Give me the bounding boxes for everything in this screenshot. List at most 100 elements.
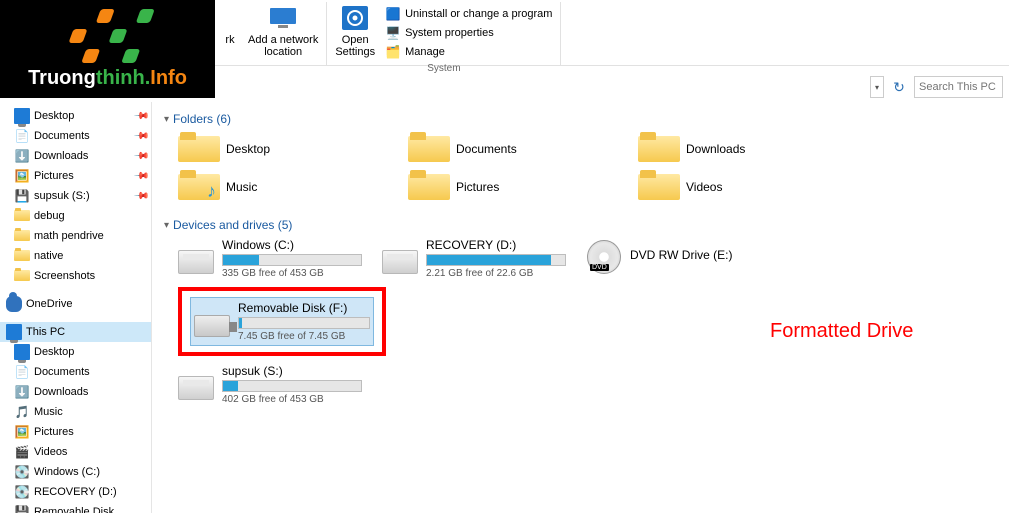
pin-icon: 📌: [132, 168, 149, 185]
nav-item-debug[interactable]: debug: [0, 206, 151, 226]
label: supsuk (S:): [34, 190, 90, 202]
drive-name: DVD RW Drive (E:): [630, 248, 770, 262]
videos-icon: 🎬: [14, 444, 30, 460]
nav-item-pictures[interactable]: 🖼️ Pictures 📌: [0, 166, 151, 186]
folder-tile-music[interactable]: ♪ Music: [178, 170, 358, 204]
label: Desktop: [34, 346, 74, 358]
group-header-folders[interactable]: ▾ Folders (6): [164, 112, 997, 126]
drive-tile-d[interactable]: RECOVERY (D:) 2.21 GB free of 22.6 GB: [382, 238, 566, 279]
folder-icon: [638, 170, 680, 204]
btn-label: Settings: [335, 46, 375, 58]
nav-item-tp-music[interactable]: 🎵Music: [0, 402, 151, 422]
drive-free: 7.45 GB free of 7.45 GB: [238, 331, 370, 342]
nav-item-tp-removable[interactable]: 💾Removable Disk: [0, 502, 151, 513]
folder-icon: [638, 132, 680, 166]
chevron-down-icon: ▾: [164, 114, 169, 125]
label: Pictures: [34, 170, 74, 182]
label: Documents: [34, 130, 90, 142]
open-settings-button[interactable]: Open Settings: [333, 2, 377, 60]
drive-icon: 💽: [14, 484, 30, 500]
nav-item-this-pc[interactable]: This PC: [0, 322, 151, 342]
label: System properties: [405, 27, 494, 39]
manage-button[interactable]: 🗂️ Manage: [383, 43, 554, 61]
label: Videos: [34, 446, 67, 458]
nav-item-tp-documents[interactable]: 📄Documents: [0, 362, 151, 382]
usage-bar: [222, 380, 362, 392]
dvd-icon: DVD: [586, 238, 622, 274]
nav-item-tp-videos[interactable]: 🎬 Videos: [0, 442, 151, 462]
label: Pictures: [456, 180, 499, 194]
drive-icon: [214, 4, 246, 32]
group-header-drives[interactable]: ▾ Devices and drives (5): [164, 218, 997, 232]
folder-tile-videos[interactable]: Videos: [638, 170, 818, 204]
drive-icon: 💽: [14, 464, 30, 480]
usb-icon: 💾: [14, 188, 30, 204]
drive-tile-f[interactable]: Removable Disk (F:) 7.45 GB free of 7.45…: [190, 297, 374, 346]
folder-icon: [178, 132, 220, 166]
label: Devices and drives (5): [173, 218, 292, 232]
pin-icon: 📌: [132, 128, 149, 145]
nav-tree[interactable]: Desktop📌 📄Documents📌 ⬇️Downloads📌 🖼️Pict…: [0, 102, 152, 513]
pin-icon: 📌: [132, 108, 149, 125]
logo-text: Truongthinh.Info: [28, 67, 187, 90]
label: Manage: [405, 46, 445, 58]
label: Screenshots: [34, 270, 95, 282]
drive-tile-e[interactable]: DVD DVD RW Drive (E:): [586, 238, 770, 279]
gear-icon: [339, 4, 371, 32]
pin-icon: 📌: [132, 148, 149, 165]
label: Folders (6): [173, 112, 231, 126]
label: debug: [34, 210, 65, 222]
nav-item-tp-downloads[interactable]: ⬇️ Downloads: [0, 382, 151, 402]
drive-icon: [382, 238, 418, 274]
label: Removable Disk: [34, 506, 114, 513]
uninstall-program-button[interactable]: 🟦 Uninstall or change a program: [383, 5, 554, 23]
nav-item-documents[interactable]: 📄Documents📌: [0, 126, 151, 146]
drive-name: RECOVERY (D:): [426, 238, 566, 252]
search-box[interactable]: [914, 76, 1003, 98]
refresh-button[interactable]: ↻: [888, 76, 910, 98]
cloud-icon: [6, 296, 22, 312]
label: Downloads: [686, 142, 745, 156]
drive-tile-c[interactable]: Windows (C:) 335 GB free of 453 GB: [178, 238, 362, 279]
drive-name: Windows (C:): [222, 238, 362, 252]
label: OneDrive: [26, 298, 72, 310]
address-dropdown[interactable]: ▾: [870, 76, 884, 98]
nav-item-desktop[interactable]: Desktop📌: [0, 106, 151, 126]
nav-item-tp-pictures[interactable]: 🖼️Pictures: [0, 422, 151, 442]
nav-item-tp-windows[interactable]: 💽Windows (C:): [0, 462, 151, 482]
label: Downloads: [34, 150, 88, 162]
drive-icon: [178, 364, 214, 400]
rk-button[interactable]: rk: [220, 2, 240, 48]
music-icon: ♪: [207, 181, 216, 202]
folder-icon: [14, 268, 30, 284]
search-input[interactable]: [919, 81, 998, 93]
nav-item-tp-desktop[interactable]: Desktop: [0, 342, 151, 362]
nav-item-math[interactable]: math pendrive: [0, 226, 151, 246]
desktop-icon: [14, 108, 30, 124]
nav-item-onedrive[interactable]: OneDrive: [0, 294, 151, 314]
drive-tile-s[interactable]: supsuk (S:) 402 GB free of 453 GB: [178, 364, 997, 405]
folder-tile-desktop[interactable]: Desktop: [178, 132, 358, 166]
drive-free: 335 GB free of 453 GB: [222, 268, 362, 279]
nav-item-native[interactable]: native: [0, 246, 151, 266]
folder-tile-pictures[interactable]: Pictures: [408, 170, 588, 204]
nav-item-screenshots[interactable]: Screenshots: [0, 266, 151, 286]
ribbon-group-network: rk Add a network location: [218, 2, 327, 65]
folder-tile-documents[interactable]: Documents: [408, 132, 588, 166]
nav-item-tp-recovery[interactable]: 💽 RECOVERY (D:): [0, 482, 151, 502]
folder-tile-downloads[interactable]: Downloads: [638, 132, 818, 166]
system-properties-button[interactable]: 🖥️ System properties: [383, 24, 554, 42]
properties-icon: 🖥️: [385, 25, 401, 41]
nav-item-supsuk[interactable]: 💾supsuk (S:)📌: [0, 186, 151, 206]
label: Music: [226, 180, 257, 194]
drive-name: supsuk (S:): [222, 364, 362, 378]
logo-overlay: Truongthinh.Info: [0, 0, 215, 98]
nav-item-downloads[interactable]: ⬇️Downloads📌: [0, 146, 151, 166]
pictures-icon: 🖼️: [14, 168, 30, 184]
label: Downloads: [34, 386, 88, 398]
downloads-icon: ⬇️: [14, 384, 30, 400]
add-network-location-button[interactable]: Add a network location: [246, 2, 320, 60]
label: Pictures: [34, 426, 74, 438]
annotation-label: Formatted Drive: [770, 320, 913, 343]
label: RECOVERY (D:): [34, 486, 117, 498]
